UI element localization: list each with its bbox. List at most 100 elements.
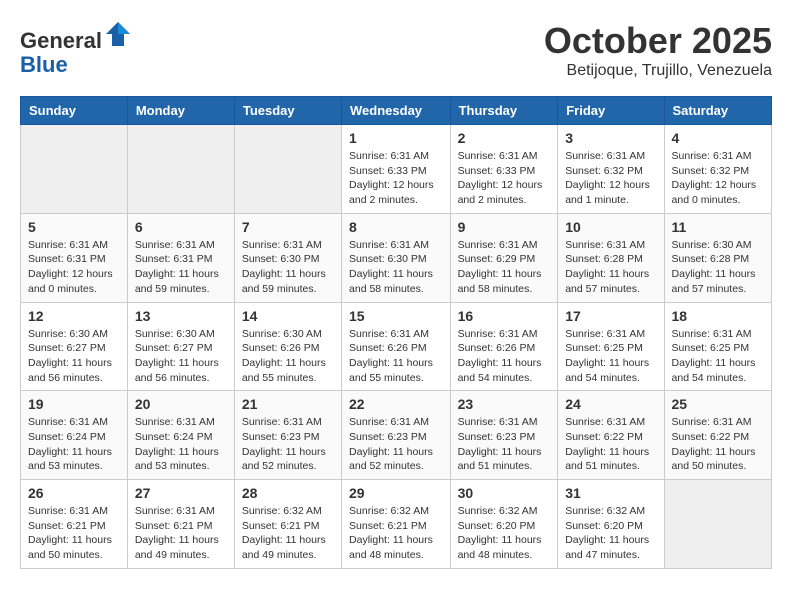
page-header: General Blue October 2025 Betijoque, Tru… bbox=[20, 20, 772, 80]
calendar-cell: 29 Sunrise: 6:32 AMSunset: 6:21 PMDayligh… bbox=[342, 480, 451, 569]
day-number: 18 bbox=[672, 308, 764, 324]
logo-icon bbox=[104, 20, 132, 48]
day-number: 2 bbox=[458, 130, 551, 146]
week-row-1: 1 Sunrise: 6:31 AMSunset: 6:33 PMDaylight… bbox=[21, 125, 772, 214]
calendar-cell: 14 Sunrise: 6:30 AMSunset: 6:26 PMDayligh… bbox=[234, 302, 341, 391]
day-info: Sunrise: 6:31 AMSunset: 6:23 PMDaylight:… bbox=[242, 415, 334, 474]
calendar-cell bbox=[21, 125, 128, 214]
calendar-cell: 30 Sunrise: 6:32 AMSunset: 6:20 PMDayligh… bbox=[450, 480, 558, 569]
day-info: Sunrise: 6:31 AMSunset: 6:33 PMDaylight:… bbox=[349, 149, 443, 208]
day-info: Sunrise: 6:31 AMSunset: 6:32 PMDaylight:… bbox=[565, 149, 656, 208]
calendar-cell: 13Sunrise: 6:30 AMSunset: 6:27 PMDayligh… bbox=[127, 302, 234, 391]
calendar-table: SundayMondayTuesdayWednesdayThursdayFrid… bbox=[20, 96, 772, 569]
day-number: 23 bbox=[458, 396, 551, 412]
day-number: 28 bbox=[242, 485, 334, 501]
calendar-cell: 1 Sunrise: 6:31 AMSunset: 6:33 PMDaylight… bbox=[342, 125, 451, 214]
day-number: 3 bbox=[565, 130, 656, 146]
day-number: 7 bbox=[242, 219, 334, 235]
day-info: Sunrise: 6:31 AMSunset: 6:31 PMDaylight:… bbox=[135, 238, 227, 297]
calendar-cell: 18 Sunrise: 6:31 AMSunset: 6:25 PMDayligh… bbox=[664, 302, 771, 391]
calendar-cell: 7 Sunrise: 6:31 AMSunset: 6:30 PMDaylight… bbox=[234, 213, 341, 302]
day-info: Sunrise: 6:31 AMSunset: 6:33 PMDaylight:… bbox=[458, 149, 551, 208]
day-number: 27 bbox=[135, 485, 227, 501]
calendar-cell: 9 Sunrise: 6:31 AMSunset: 6:29 PMDaylight… bbox=[450, 213, 558, 302]
day-number: 22 bbox=[349, 396, 443, 412]
calendar-cell: 28 Sunrise: 6:32 AMSunset: 6:21 PMDayligh… bbox=[234, 480, 341, 569]
calendar-cell: 4Sunrise: 6:31 AMSunset: 6:32 PMDaylight… bbox=[664, 125, 771, 214]
calendar-cell: 5 Sunrise: 6:31 AMSunset: 6:31 PMDaylight… bbox=[21, 213, 128, 302]
calendar-cell: 12Sunrise: 6:30 AMSunset: 6:27 PMDayligh… bbox=[21, 302, 128, 391]
day-info: Sunrise: 6:31 AMSunset: 6:23 PMDaylight:… bbox=[458, 415, 551, 474]
day-number: 14 bbox=[242, 308, 334, 324]
calendar-cell: 26 Sunrise: 6:31 AMSunset: 6:21 PMDayligh… bbox=[21, 480, 128, 569]
weekday-header-tuesday: Tuesday bbox=[234, 97, 341, 125]
day-info: Sunrise: 6:31 AMSunset: 6:23 PMDaylight:… bbox=[349, 415, 443, 474]
day-info: Sunrise: 6:31 AMSunset: 6:29 PMDaylight:… bbox=[458, 238, 551, 297]
day-info: Sunrise: 6:32 AMSunset: 6:21 PMDaylight:… bbox=[349, 504, 443, 563]
month-title: October 2025 bbox=[544, 20, 772, 62]
day-number: 20 bbox=[135, 396, 227, 412]
calendar-cell bbox=[127, 125, 234, 214]
day-number: 30 bbox=[458, 485, 551, 501]
day-number: 17 bbox=[565, 308, 656, 324]
calendar-cell: 31 Sunrise: 6:32 AMSunset: 6:20 PMDayligh… bbox=[558, 480, 664, 569]
week-row-4: 19 Sunrise: 6:31 AMSunset: 6:24 PMDayligh… bbox=[21, 391, 772, 480]
day-info: Sunrise: 6:31 AMSunset: 6:21 PMDaylight:… bbox=[135, 504, 227, 563]
weekday-header-monday: Monday bbox=[127, 97, 234, 125]
day-number: 5 bbox=[28, 219, 120, 235]
day-info: Sunrise: 6:31 AMSunset: 6:25 PMDaylight:… bbox=[565, 327, 656, 386]
calendar-cell bbox=[234, 125, 341, 214]
calendar-cell: 3 Sunrise: 6:31 AMSunset: 6:32 PMDaylight… bbox=[558, 125, 664, 214]
calendar-cell: 19 Sunrise: 6:31 AMSunset: 6:24 PMDayligh… bbox=[21, 391, 128, 480]
calendar-cell: 8Sunrise: 6:31 AMSunset: 6:30 PMDaylight… bbox=[342, 213, 451, 302]
day-info: Sunrise: 6:31 AMSunset: 6:31 PMDaylight:… bbox=[28, 238, 120, 297]
week-row-2: 5 Sunrise: 6:31 AMSunset: 6:31 PMDaylight… bbox=[21, 213, 772, 302]
weekday-header-friday: Friday bbox=[558, 97, 664, 125]
logo-blue: Blue bbox=[20, 52, 68, 77]
day-number: 1 bbox=[349, 130, 443, 146]
day-info: Sunrise: 6:30 AMSunset: 6:28 PMDaylight:… bbox=[672, 238, 764, 297]
day-info: Sunrise: 6:31 AMSunset: 6:24 PMDaylight:… bbox=[28, 415, 120, 474]
calendar-cell: 15Sunrise: 6:31 AMSunset: 6:26 PMDayligh… bbox=[342, 302, 451, 391]
day-info: Sunrise: 6:30 AMSunset: 6:26 PMDaylight:… bbox=[242, 327, 334, 386]
day-number: 4 bbox=[672, 130, 764, 146]
day-number: 11 bbox=[672, 219, 764, 235]
day-info: Sunrise: 6:31 AMSunset: 6:26 PMDaylight:… bbox=[458, 327, 551, 386]
day-info: Sunrise: 6:30 AMSunset: 6:27 PMDaylight:… bbox=[28, 327, 120, 386]
location-subtitle: Betijoque, Trujillo, Venezuela bbox=[544, 62, 772, 80]
calendar-cell: 27 Sunrise: 6:31 AMSunset: 6:21 PMDayligh… bbox=[127, 480, 234, 569]
weekday-header-row: SundayMondayTuesdayWednesdayThursdayFrid… bbox=[21, 97, 772, 125]
calendar-cell: 2 Sunrise: 6:31 AMSunset: 6:33 PMDaylight… bbox=[450, 125, 558, 214]
day-info: Sunrise: 6:31 AMSunset: 6:22 PMDaylight:… bbox=[672, 415, 764, 474]
day-number: 19 bbox=[28, 396, 120, 412]
day-info: Sunrise: 6:32 AMSunset: 6:21 PMDaylight:… bbox=[242, 504, 334, 563]
day-number: 9 bbox=[458, 219, 551, 235]
weekday-header-thursday: Thursday bbox=[450, 97, 558, 125]
day-number: 6 bbox=[135, 219, 227, 235]
day-number: 8 bbox=[349, 219, 443, 235]
day-info: Sunrise: 6:31 AMSunset: 6:30 PMDaylight:… bbox=[242, 238, 334, 297]
week-row-3: 12Sunrise: 6:30 AMSunset: 6:27 PMDayligh… bbox=[21, 302, 772, 391]
day-info: Sunrise: 6:31 AMSunset: 6:25 PMDaylight:… bbox=[672, 327, 764, 386]
day-number: 21 bbox=[242, 396, 334, 412]
logo-general: General bbox=[20, 28, 102, 53]
day-number: 29 bbox=[349, 485, 443, 501]
calendar-cell: 21 Sunrise: 6:31 AMSunset: 6:23 PMDayligh… bbox=[234, 391, 341, 480]
calendar-cell: 10Sunrise: 6:31 AMSunset: 6:28 PMDayligh… bbox=[558, 213, 664, 302]
calendar-cell: 20 Sunrise: 6:31 AMSunset: 6:24 PMDayligh… bbox=[127, 391, 234, 480]
calendar-cell: 25 Sunrise: 6:31 AMSunset: 6:22 PMDayligh… bbox=[664, 391, 771, 480]
day-number: 25 bbox=[672, 396, 764, 412]
day-info: Sunrise: 6:31 AMSunset: 6:24 PMDaylight:… bbox=[135, 415, 227, 474]
calendar-cell bbox=[664, 480, 771, 569]
week-row-5: 26 Sunrise: 6:31 AMSunset: 6:21 PMDayligh… bbox=[21, 480, 772, 569]
weekday-header-wednesday: Wednesday bbox=[342, 97, 451, 125]
calendar-cell: 6 Sunrise: 6:31 AMSunset: 6:31 PMDaylight… bbox=[127, 213, 234, 302]
day-number: 26 bbox=[28, 485, 120, 501]
title-block: October 2025 Betijoque, Trujillo, Venezu… bbox=[544, 20, 772, 80]
day-info: Sunrise: 6:32 AMSunset: 6:20 PMDaylight:… bbox=[565, 504, 656, 563]
day-info: Sunrise: 6:31 AMSunset: 6:21 PMDaylight:… bbox=[28, 504, 120, 563]
day-info: Sunrise: 6:32 AMSunset: 6:20 PMDaylight:… bbox=[458, 504, 551, 563]
day-number: 31 bbox=[565, 485, 656, 501]
day-number: 10 bbox=[565, 219, 656, 235]
day-number: 16 bbox=[458, 308, 551, 324]
